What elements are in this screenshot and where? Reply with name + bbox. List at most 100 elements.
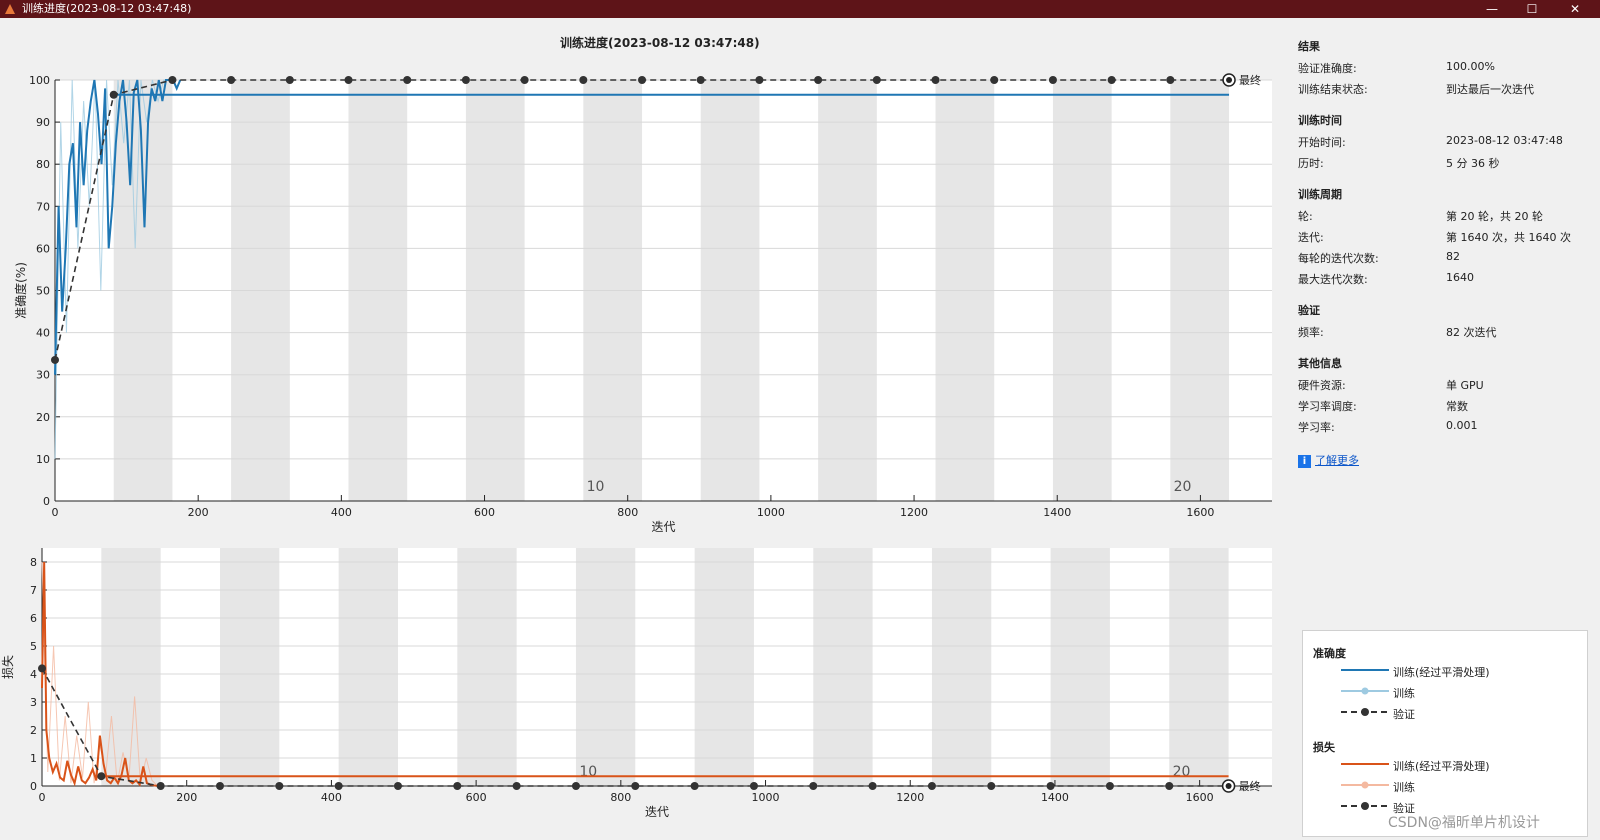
- loss-y-tick-label: 3: [30, 696, 37, 709]
- legend-acc-val-swatch: [1341, 708, 1389, 716]
- loss-validation-point: [38, 664, 46, 673]
- legend-acc-train-swatch: [1341, 687, 1389, 695]
- loss-validation-point: [1046, 782, 1055, 790]
- learn-more-label[interactable]: 了解更多: [1315, 454, 1359, 467]
- loss-validation-point: [275, 782, 284, 790]
- learn-more-link[interactable]: i 了解更多: [1298, 452, 1598, 468]
- status-row: 训练结束状态: 到达最后一次迭代: [1298, 81, 1598, 102]
- loss-x-tick-label: 1600: [1186, 791, 1214, 804]
- legend-box: 准确度 训练(经过平滑处理) 训练 验证 损失 训练(经过平滑处理) 训练 验证: [1302, 630, 1588, 837]
- info-panel: 结果 验证准确度: 100.00% 训练结束状态: 到达最后一次迭代 训练时间 开始…: [1298, 28, 1598, 468]
- acc-validation-point: [814, 76, 823, 84]
- freq-row: 频率: 82 次迭代: [1298, 324, 1598, 345]
- loss-validation-point: [690, 782, 699, 790]
- start-row: 开始时间: 2023-08-12 03:47:48: [1298, 134, 1598, 155]
- freq-label: 频率:: [1298, 326, 1324, 339]
- loss-y-tick-label: 6: [30, 612, 37, 625]
- legend-acc-smoothed-label: 训练(经过平滑处理): [1393, 666, 1490, 679]
- loss-epoch-band: [575, 548, 636, 786]
- cycle-section-title: 训练周期: [1298, 188, 1342, 201]
- acc-validation-point: [990, 76, 999, 84]
- max-iter-value: 1640: [1446, 271, 1474, 284]
- loss-validation-point: [334, 782, 343, 790]
- acc-x-tick-label: 1400: [1043, 506, 1071, 519]
- acc-validation-point: [109, 90, 118, 99]
- hw-row: 硬件资源: 单 GPU: [1298, 377, 1598, 398]
- loss-validation-point: [749, 782, 758, 790]
- loss-y-label: 损失: [0, 655, 15, 679]
- acc-validation-point: [227, 76, 236, 84]
- acc-final-label: 最终: [1239, 73, 1261, 87]
- loss-y-tick-label: 5: [30, 640, 37, 653]
- acc-y-tick-label: 50: [36, 285, 50, 298]
- lr-value: 0.001: [1446, 419, 1478, 432]
- acc-y-tick-label: 30: [36, 369, 50, 382]
- lr-sched-row: 学习率调度: 常数: [1298, 398, 1598, 419]
- acc-validation-point: [1048, 76, 1057, 84]
- close-icon[interactable]: ✕: [1555, 0, 1595, 18]
- loss-epoch-band: [1050, 548, 1110, 786]
- acc-y-tick-label: 80: [36, 158, 50, 171]
- loss-validation-point: [97, 772, 106, 781]
- lr-label: 学习率:: [1298, 421, 1335, 434]
- maximize-icon[interactable]: ☐: [1512, 0, 1552, 18]
- iter-value: 第 1640 次，共 1640 次: [1446, 231, 1571, 244]
- acc-y-tick-label: 70: [36, 200, 50, 213]
- acc-x-tick-label: 0: [52, 506, 59, 519]
- acc-validation-point: [168, 76, 177, 84]
- info-icon: i: [1298, 455, 1311, 468]
- acc-y-tick-label: 0: [43, 495, 50, 508]
- val-acc-value: 100.00%: [1446, 60, 1495, 73]
- loss-final-marker-dot: [1225, 783, 1232, 789]
- accuracy-chart: 0 200 400 600 800 1000 1200 1400 1600 0 10 20 30 40 50…: [13, 73, 1272, 534]
- lr-row: 学习率: 0.001: [1298, 419, 1598, 440]
- acc-y-tick-label: 60: [36, 242, 50, 255]
- lr-sched-label: 学习率调度:: [1298, 400, 1357, 413]
- minimize-icon[interactable]: —: [1472, 0, 1512, 18]
- acc-x-tick-label: 800: [617, 506, 638, 519]
- loss-x-tick-label: 0: [39, 791, 46, 804]
- loss-epoch-band: [457, 548, 517, 786]
- max-iter-row: 最大迭代次数: 1640: [1298, 271, 1598, 292]
- elapsed-row: 历时: 5 分 36 秒: [1298, 155, 1598, 176]
- legend-acc-val-label: 验证: [1393, 708, 1415, 721]
- loss-y-tick-label: 8: [30, 556, 37, 569]
- legend-loss-train-swatch: [1341, 781, 1389, 789]
- window-titlebar: 训练进度(2023-08-12 03:47:48) — ☐ ✕: [0, 0, 1600, 18]
- legend-loss-title: 损失: [1313, 741, 1335, 754]
- acc-x-tick-label: 400: [331, 506, 352, 519]
- acc-validation-point: [1107, 76, 1116, 84]
- iter-label: 迭代:: [1298, 231, 1324, 244]
- other-section-title: 其他信息: [1298, 357, 1342, 370]
- time-section-title: 训练时间: [1298, 114, 1342, 127]
- hw-value: 单 GPU: [1446, 379, 1484, 392]
- loss-final-label: 最终: [1239, 779, 1261, 793]
- loss-x-tick-label: 1000: [752, 791, 780, 804]
- validation-section-title: 验证: [1298, 304, 1320, 317]
- status-value: 到达最后一次迭代: [1446, 83, 1534, 96]
- loss-x-tick-label: 400: [321, 791, 342, 804]
- acc-validation-point: [755, 76, 764, 84]
- val-acc-label: 验证准确度:: [1298, 62, 1357, 75]
- max-iter-label: 最大迭代次数:: [1298, 273, 1368, 286]
- lr-sched-value: 常数: [1446, 400, 1468, 413]
- legend-loss-smoothed-swatch: [1341, 763, 1389, 765]
- elapsed-value: 5 分 36 秒: [1446, 157, 1500, 170]
- loss-epoch-band: [338, 548, 398, 786]
- loss-validation-point: [1105, 782, 1114, 790]
- acc-validation-point: [520, 76, 529, 84]
- loss-epoch-band: [219, 548, 280, 786]
- acc-epoch-label: 10: [587, 479, 605, 495]
- loss-epoch-band: [1169, 548, 1229, 786]
- loss-validation-point: [453, 782, 462, 790]
- epoch-label: 轮:: [1298, 210, 1313, 223]
- acc-validation-point: [1166, 76, 1175, 84]
- acc-validation-point: [344, 76, 353, 84]
- loss-x-tick-label: 800: [610, 791, 631, 804]
- loss-x-label: 迭代: [645, 805, 669, 819]
- acc-validation-point: [696, 76, 705, 84]
- acc-final-marker-dot: [1226, 77, 1233, 83]
- acc-validation-point: [872, 76, 881, 84]
- loss-validation-point: [156, 782, 165, 790]
- loss-epoch-label: 20: [1173, 764, 1191, 780]
